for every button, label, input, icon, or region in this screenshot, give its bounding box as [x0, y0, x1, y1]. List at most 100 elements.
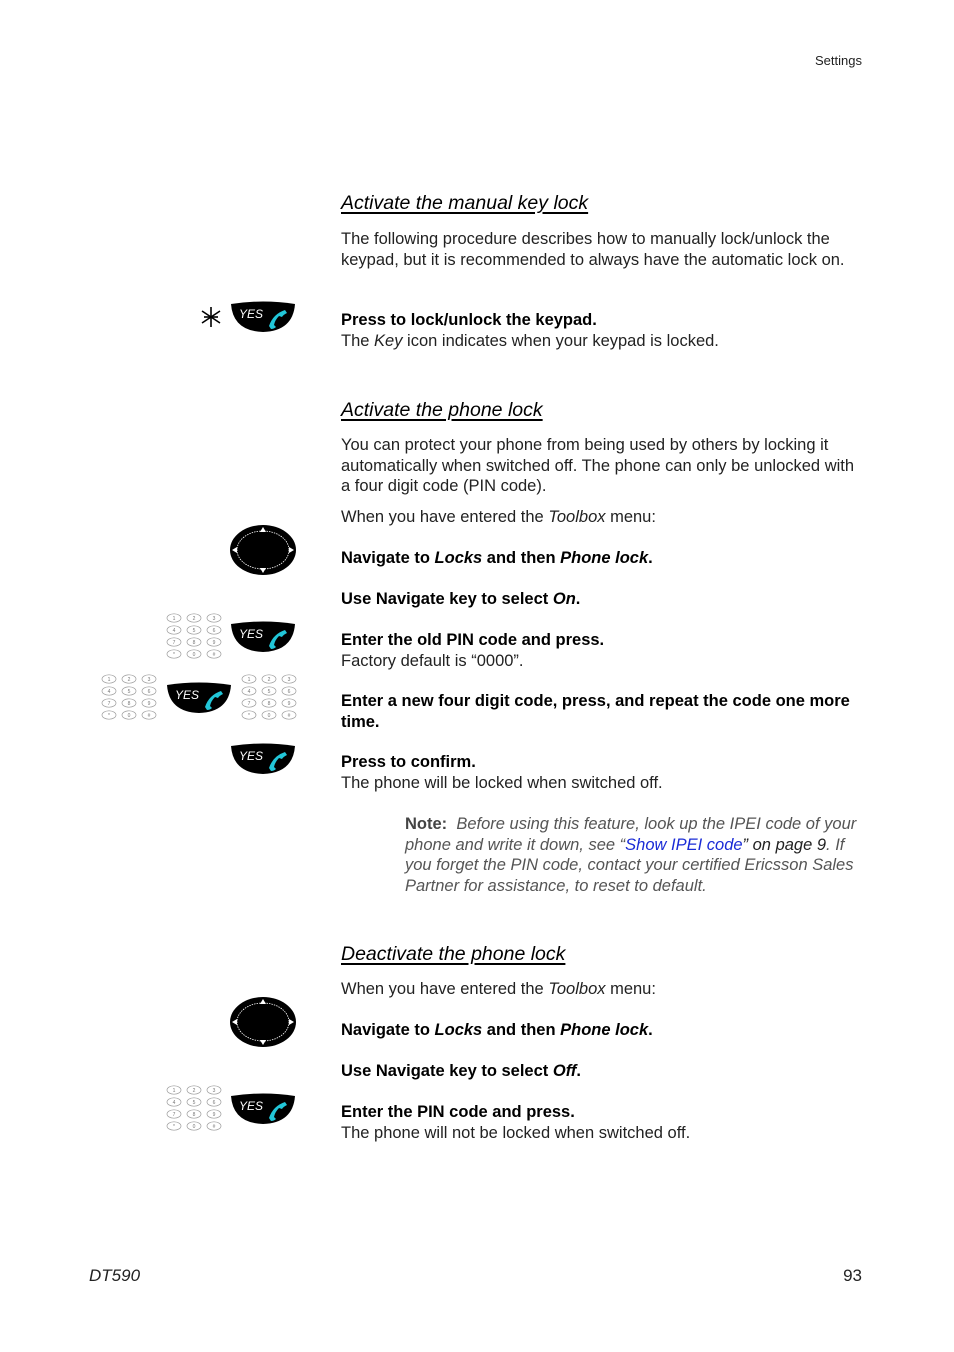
svg-text:0: 0 — [193, 1124, 196, 1130]
keypad-key: 5 — [186, 1097, 202, 1107]
svg-text:9: 9 — [213, 1112, 216, 1118]
yes-key-icon: YES — [229, 621, 297, 653]
svg-text:6: 6 — [213, 1100, 216, 1106]
svg-text:7: 7 — [173, 1112, 176, 1118]
note-box: Note: Before using this feature, look up… — [405, 815, 857, 895]
yes-key-label: YES — [239, 749, 263, 763]
keypad-key: 4 — [241, 686, 257, 696]
svg-text:4: 4 — [173, 628, 176, 634]
keypad-key: 8 — [186, 1109, 202, 1119]
svg-text:6: 6 — [148, 689, 151, 695]
svg-text:*: * — [173, 652, 175, 658]
keypad-key: 0 — [121, 710, 137, 720]
svg-text:1: 1 — [173, 616, 176, 622]
svg-text:*: * — [108, 713, 110, 719]
keypad-key: 8 — [186, 637, 202, 647]
keypad-key: # — [281, 710, 297, 720]
running-header: Settings — [815, 53, 862, 68]
svg-text:9: 9 — [213, 640, 216, 646]
svg-text:5: 5 — [193, 628, 196, 634]
keypad-key: * — [101, 710, 117, 720]
keypad-key: # — [141, 710, 157, 720]
keypad-key: 2 — [186, 613, 202, 623]
svg-text:7: 7 — [248, 701, 251, 707]
keypad-key: 1 — [166, 1085, 182, 1095]
keypad-key: 9 — [141, 698, 157, 708]
yes-key-icon: YES — [229, 1093, 297, 1125]
svg-text:2: 2 — [193, 1088, 196, 1094]
keypad-key: 5 — [186, 625, 202, 635]
keypad-key: 4 — [166, 625, 182, 635]
keypad-key: 7 — [241, 698, 257, 708]
keypad-key: 6 — [281, 686, 297, 696]
footer-page-number: 93 — [843, 1266, 862, 1285]
keypad-icon: 1 2 3 4 5 6 7 8 9 * 0 # — [240, 674, 298, 720]
step-enter-old-pin: Enter the old PIN code and press. Factor… — [341, 631, 605, 670]
svg-text:3: 3 — [288, 677, 291, 683]
svg-text:1: 1 — [173, 1088, 176, 1094]
context-line: When you have entered the Toolbox menu: — [341, 980, 656, 998]
svg-text:4: 4 — [108, 689, 111, 695]
yes-key-icon: YES — [165, 682, 233, 714]
svg-text:7: 7 — [173, 640, 176, 646]
keypad-key: 6 — [141, 686, 157, 696]
svg-text:2: 2 — [268, 677, 271, 683]
navigation-key-icon — [229, 996, 297, 1048]
svg-text:2: 2 — [128, 677, 131, 683]
keypad-key: 5 — [261, 686, 277, 696]
svg-text:4: 4 — [248, 689, 251, 695]
keypad-key: 9 — [206, 1109, 222, 1119]
keypad-key: 1 — [241, 674, 257, 684]
step-enter-new-code: Enter a new four digit code, press, and … — [341, 692, 850, 731]
svg-text:9: 9 — [288, 701, 291, 707]
step-select-on: Use Navigate key to select On. — [341, 590, 581, 608]
svg-text:4: 4 — [173, 1100, 176, 1106]
keypad-key: 7 — [166, 1109, 182, 1119]
svg-text:5: 5 — [268, 689, 271, 695]
star-key-icon — [199, 305, 223, 329]
svg-text:8: 8 — [128, 701, 131, 707]
note-label: Note: — [405, 815, 448, 833]
keypad-icon: 1 2 3 4 5 6 7 8 9 * 0 # — [100, 674, 158, 720]
keypad-key: 3 — [141, 674, 157, 684]
yes-key-icon: YES — [229, 743, 297, 775]
section-intro: You can protect your phone from being us… — [341, 436, 855, 495]
svg-text:1: 1 — [108, 677, 111, 683]
keypad-key: 0 — [186, 1121, 202, 1131]
keypad-key: 0 — [186, 649, 202, 659]
link-show-ipei-code[interactable]: Show IPEI code — [625, 836, 742, 854]
keypad-key: 6 — [206, 625, 222, 635]
section-title-deactivate-phone-lock: Deactivate the phone lock — [341, 943, 566, 965]
keypad-icon: 1 2 3 4 5 6 7 8 9 * 0 # — [165, 1085, 223, 1131]
keypad-key: # — [206, 649, 222, 659]
section-intro: The following procedure describes how to… — [341, 230, 845, 269]
keypad-key: 7 — [166, 637, 182, 647]
keypad-key: * — [166, 649, 182, 659]
keypad-key: 3 — [281, 674, 297, 684]
svg-text:1: 1 — [248, 677, 251, 683]
keypad-key: # — [206, 1121, 222, 1131]
step-confirm: Press to confirm. The phone will be lock… — [341, 753, 663, 792]
yes-key-label: YES — [239, 627, 263, 641]
svg-text:5: 5 — [128, 689, 131, 695]
svg-text:*: * — [173, 1124, 175, 1130]
keypad-key: 9 — [281, 698, 297, 708]
keypad-key: 1 — [166, 613, 182, 623]
keypad-key: 4 — [166, 1097, 182, 1107]
navigation-key-icon — [229, 524, 297, 576]
svg-text:6: 6 — [288, 689, 291, 695]
keypad-key: 3 — [206, 1085, 222, 1095]
keypad-key: * — [166, 1121, 182, 1131]
section-title-activate-phone-lock: Activate the phone lock — [341, 399, 543, 421]
keypad-key: 0 — [261, 710, 277, 720]
svg-text:5: 5 — [193, 1100, 196, 1106]
svg-text:#: # — [213, 1124, 216, 1130]
keypad-key: 7 — [101, 698, 117, 708]
keypad-key: 2 — [261, 674, 277, 684]
svg-text:*: * — [248, 713, 250, 719]
yes-key-icon: YES — [229, 301, 297, 333]
keypad-key: 3 — [206, 613, 222, 623]
svg-text:#: # — [148, 713, 151, 719]
svg-text:3: 3 — [213, 1088, 216, 1094]
keypad-key: 8 — [121, 698, 137, 708]
